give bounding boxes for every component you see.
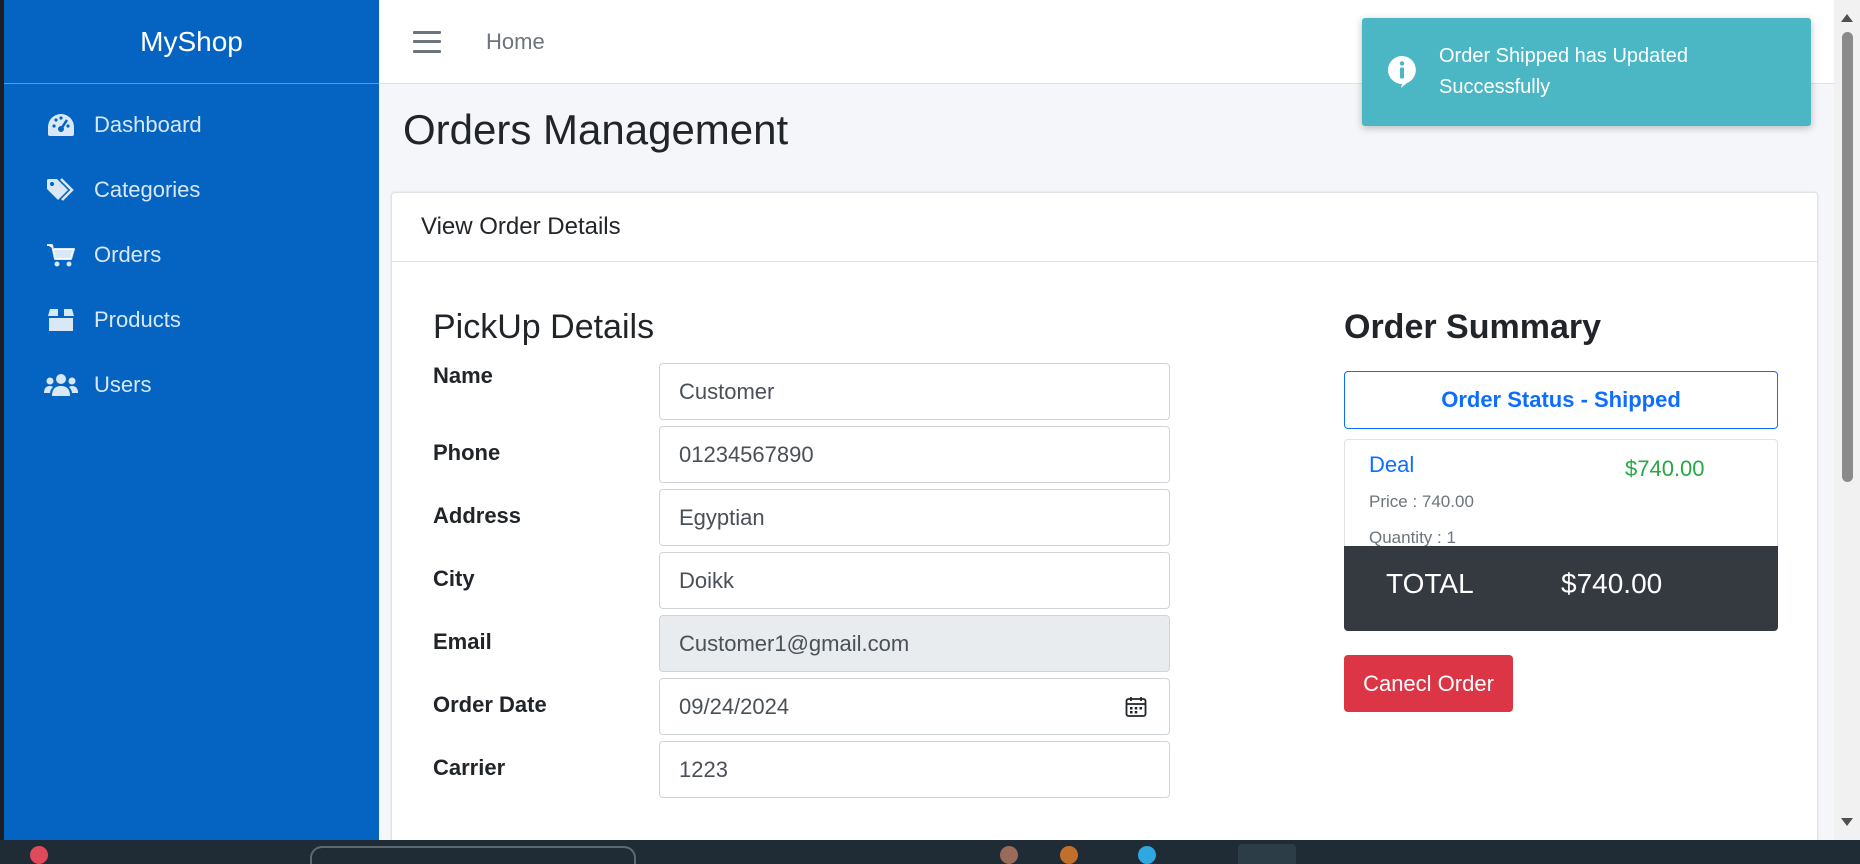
sidebar-item-label: Products bbox=[94, 306, 181, 332]
order-details-card: View Order Details PickUp Details Name C… bbox=[391, 192, 1818, 852]
sidebar-item-categories[interactable]: Categories bbox=[4, 157, 379, 222]
item-amount: $740.00 bbox=[1625, 456, 1705, 481]
carrier-row: Carrier 1223 bbox=[433, 741, 1173, 798]
item-quantity: Quantity : 1 bbox=[1369, 528, 1456, 547]
order-total: TOTAL $740.00 bbox=[1344, 546, 1778, 631]
box-icon bbox=[44, 305, 78, 335]
taskbar-app-icon[interactable] bbox=[30, 846, 48, 864]
scroll-down-arrow-icon[interactable] bbox=[1841, 818, 1853, 826]
card-header: View Order Details bbox=[392, 193, 1817, 262]
calendar-icon[interactable] bbox=[1125, 696, 1147, 724]
home-link[interactable]: Home bbox=[486, 29, 545, 55]
info-icon bbox=[1387, 55, 1417, 89]
hamburger-menu-icon[interactable] bbox=[413, 30, 441, 53]
name-field[interactable]: Customer bbox=[659, 363, 1170, 420]
toast-message: Order Shipped has Updated Successfully bbox=[1439, 45, 1689, 98]
total-label: TOTAL bbox=[1386, 568, 1474, 599]
brand-logo[interactable]: MyShop bbox=[4, 0, 379, 84]
order-date-row: Order Date 09/24/2024 bbox=[433, 678, 1173, 735]
carrier-field[interactable]: 1223 bbox=[659, 741, 1170, 798]
scroll-thumb[interactable] bbox=[1842, 32, 1853, 482]
item-name: Deal bbox=[1369, 452, 1415, 477]
taskbar-active-app[interactable] bbox=[1238, 844, 1296, 864]
pickup-details-title: PickUp Details bbox=[433, 308, 655, 346]
sidebar-item-products[interactable]: Products bbox=[4, 287, 379, 352]
cancel-order-button[interactable]: Canecl Order bbox=[1344, 655, 1513, 712]
carrier-label: Carrier bbox=[433, 755, 506, 780]
city-row: City Doikk bbox=[433, 552, 1173, 609]
taskbar-app-icon[interactable] bbox=[1000, 846, 1018, 864]
sidebar-item-label: Orders bbox=[94, 241, 162, 267]
address-row: Address Egyptian bbox=[433, 489, 1173, 546]
email-field: Customer1@gmail.com bbox=[659, 615, 1170, 672]
scroll-up-arrow-icon[interactable] bbox=[1841, 14, 1853, 22]
toast-notification[interactable]: Order Shipped has Updated Successfully bbox=[1362, 18, 1811, 126]
users-icon bbox=[44, 370, 78, 400]
phone-field[interactable]: 01234567890 bbox=[659, 426, 1170, 483]
tachometer-icon bbox=[44, 110, 78, 140]
taskbar-app-icon[interactable] bbox=[1138, 846, 1156, 864]
os-taskbar bbox=[0, 840, 1860, 864]
sidebar-nav: Dashboard Categories Orders Products Use… bbox=[4, 84, 379, 417]
email-row: Email Customer1@gmail.com bbox=[433, 615, 1173, 672]
order-date-label: Order Date bbox=[433, 692, 547, 717]
total-value: $740.00 bbox=[1561, 568, 1663, 599]
city-label: City bbox=[433, 566, 475, 591]
page-scrollbar[interactable] bbox=[1834, 0, 1860, 840]
sidebar-item-label: Categories bbox=[94, 176, 201, 202]
sidebar-item-label: Users bbox=[94, 371, 152, 397]
main-content: Orders Management View Order Details Pic… bbox=[379, 84, 1834, 852]
sidebar-item-orders[interactable]: Orders bbox=[4, 222, 379, 287]
order-status-badge: Order Status - Shipped bbox=[1344, 371, 1778, 429]
tags-icon bbox=[44, 175, 78, 205]
name-row: Name Customer bbox=[433, 363, 1173, 420]
order-date-field[interactable]: 09/24/2024 bbox=[659, 678, 1170, 735]
order-item: Deal Price : 740.00 Quantity : 1 $740.00 bbox=[1344, 439, 1778, 547]
page-title: Orders Management bbox=[403, 106, 789, 153]
city-field[interactable]: Doikk bbox=[659, 552, 1170, 609]
taskbar-search-box[interactable] bbox=[310, 846, 636, 864]
sidebar-item-users[interactable]: Users bbox=[4, 352, 379, 417]
phone-label: Phone bbox=[433, 440, 501, 465]
address-label: Address bbox=[433, 503, 522, 528]
taskbar-app-icon[interactable] bbox=[1060, 846, 1078, 864]
sidebar-item-dashboard[interactable]: Dashboard bbox=[4, 92, 379, 157]
phone-row: Phone 01234567890 bbox=[433, 426, 1173, 483]
sidebar-item-label: Dashboard bbox=[94, 111, 202, 137]
shopping-cart-icon bbox=[44, 240, 78, 270]
order-date-value: 09/24/2024 bbox=[679, 693, 790, 719]
address-field[interactable]: Egyptian bbox=[659, 489, 1170, 546]
name-label: Name bbox=[433, 363, 493, 388]
item-price: Price : 740.00 bbox=[1369, 492, 1474, 511]
order-summary-title: Order Summary bbox=[1344, 308, 1601, 346]
email-label: Email bbox=[433, 629, 492, 654]
sidebar: MyShop Dashboard Categories Orders Produ… bbox=[0, 0, 379, 840]
